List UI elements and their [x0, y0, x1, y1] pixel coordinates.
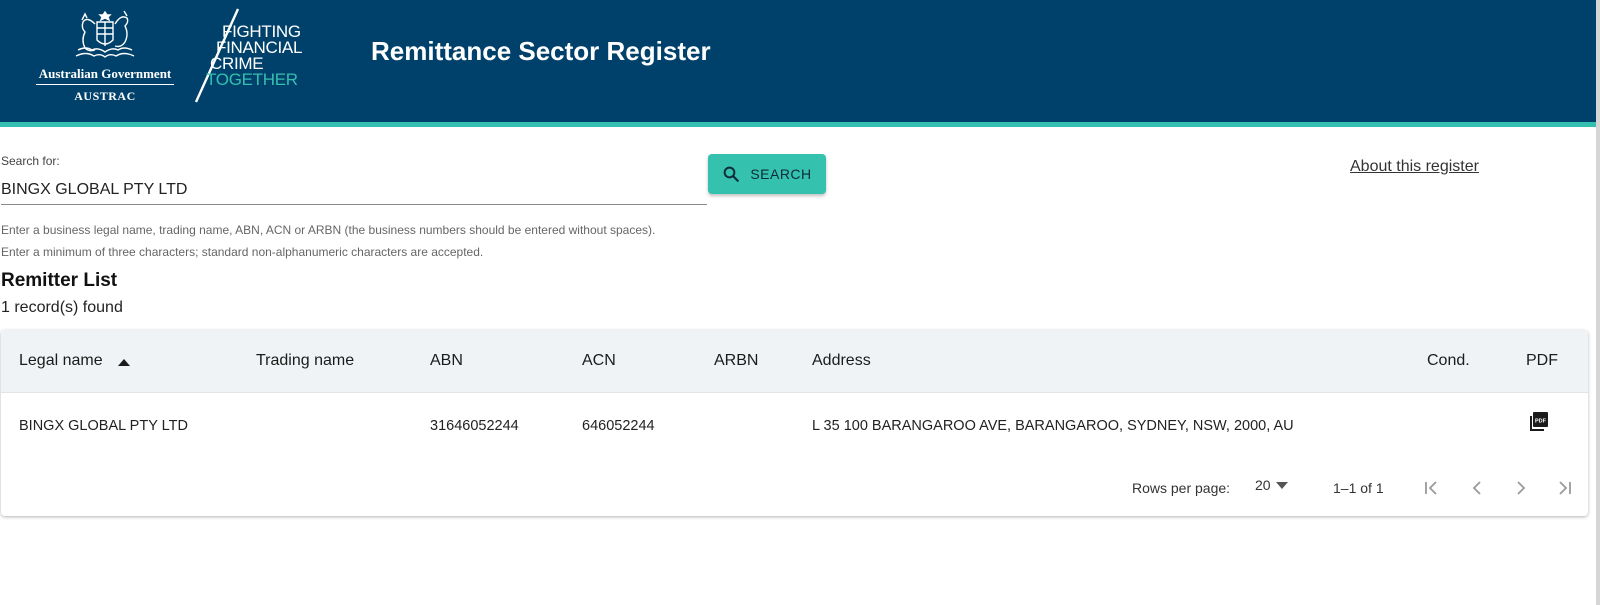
page-title: Remittance Sector Register	[371, 36, 711, 66]
first-page-icon[interactable]	[1422, 478, 1442, 498]
search-label: Search for:	[1, 154, 60, 168]
column-header-legal-name[interactable]: Legal name	[19, 352, 103, 370]
column-header-abn[interactable]: ABN	[430, 352, 463, 370]
fighting-financial-crime-together-logo: FIGHTING FINANCIAL CRIME TOGETHER	[192, 8, 322, 103]
svg-text:PDF: PDF	[1535, 419, 1547, 425]
search-icon	[723, 166, 740, 182]
rows-per-page-value: 20	[1255, 477, 1271, 493]
logo-divider	[36, 84, 174, 85]
window-scrollbar[interactable]	[1596, 0, 1600, 605]
site-header: Australian Government AUSTRAC FIGHTING F…	[0, 0, 1596, 127]
sort-ascending-icon[interactable]	[118, 358, 130, 366]
cell-legal-name: BINGX GLOBAL PTY LTD	[19, 418, 188, 434]
search-button[interactable]: SEARCH	[708, 154, 826, 194]
column-header-pdf: PDF	[1526, 352, 1558, 369]
cell-acn: 646052244	[582, 418, 655, 434]
about-register-link[interactable]: About this register	[1350, 158, 1479, 176]
record-count: 1 record(s) found	[1, 299, 123, 316]
previous-page-icon[interactable]	[1467, 478, 1487, 498]
search-help-text-1: Enter a business legal name, trading nam…	[1, 223, 656, 237]
australian-government-austrac-logo[interactable]: Australian Government AUSTRAC	[30, 6, 180, 106]
column-header-trading-name[interactable]: Trading name	[256, 352, 354, 370]
table-header-row: Legal name Trading name ABN ACN ARBN Add…	[1, 330, 1588, 393]
government-name: Australian Government	[38, 66, 172, 81]
next-page-icon[interactable]	[1511, 478, 1531, 498]
column-header-acn[interactable]: ACN	[582, 352, 616, 370]
column-header-arbn[interactable]: ARBN	[714, 352, 758, 370]
picture-as-pdf-icon[interactable]: PDF	[1526, 410, 1550, 434]
rows-per-page-label: Rows per page:	[1132, 480, 1231, 496]
search-input[interactable]	[1, 176, 707, 205]
results-table: Legal name Trading name ABN ACN ARBN Add…	[1, 330, 1588, 516]
search-help-text-2: Enter a minimum of three characters; sta…	[1, 245, 484, 259]
remitter-list-heading: Remitter List	[1, 270, 118, 291]
cell-abn: 31646052244	[430, 418, 519, 434]
last-page-icon[interactable]	[1554, 478, 1574, 498]
column-header-cond[interactable]: Cond.	[1427, 352, 1470, 370]
coat-of-arms-icon	[75, 10, 135, 58]
dropdown-arrow-icon	[1275, 481, 1288, 489]
rows-per-page-select[interactable]: 20	[1255, 477, 1288, 493]
column-header-address[interactable]: Address	[812, 352, 871, 370]
slogan-line-4: TOGETHER	[206, 70, 298, 89]
agency-name: AUSTRAC	[74, 89, 136, 103]
search-button-label: SEARCH	[750, 166, 812, 182]
pagination-range: 1–1 of 1	[1333, 480, 1384, 496]
cell-address: L 35 100 BARANGAROO AVE, BARANGAROO, SYD…	[812, 418, 1294, 434]
